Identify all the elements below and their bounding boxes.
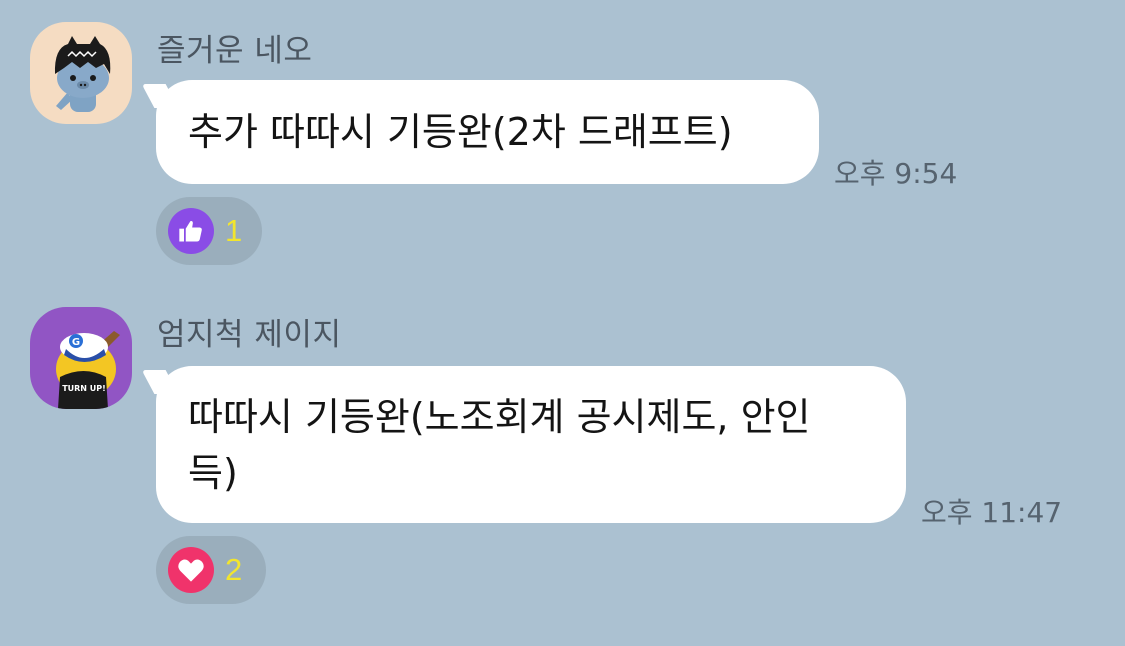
reaction-count: 1 bbox=[225, 213, 243, 248]
message-text: 추가 따따시 기등완(2차 드래프트) bbox=[188, 110, 733, 154]
message-bubble[interactable]: 따따시 기등완(노조회계 공시제도, 안인 득) bbox=[156, 366, 906, 523]
thumbs-up-icon bbox=[168, 208, 214, 254]
avatar[interactable]: TURN UP! G bbox=[30, 307, 132, 409]
sender-name: 엄지척 제이지 bbox=[157, 317, 342, 353]
sender-name: 즐거운 네오 bbox=[157, 33, 313, 69]
reaction-badge[interactable]: 1 bbox=[156, 197, 262, 265]
message-text-line: 득) bbox=[188, 451, 238, 495]
message-time: 오후 9:54 bbox=[834, 157, 958, 190]
avatar-shirt-text: TURN UP! bbox=[62, 384, 106, 393]
avatar[interactable] bbox=[30, 22, 132, 124]
message-text-line: 따따시 기등완(노조회계 공시제도, 안인 bbox=[188, 395, 811, 439]
heart-icon bbox=[168, 547, 214, 593]
reaction-count: 2 bbox=[225, 552, 243, 587]
reaction-badge[interactable]: 2 bbox=[156, 536, 266, 604]
message-bubble[interactable]: 추가 따따시 기등완(2차 드래프트) bbox=[156, 80, 819, 184]
neo-character-icon bbox=[30, 22, 132, 124]
message-time: 오후 11:47 bbox=[921, 496, 1063, 529]
svg-text:G: G bbox=[72, 337, 80, 348]
jay-g-character-icon: TURN UP! G bbox=[30, 307, 132, 409]
